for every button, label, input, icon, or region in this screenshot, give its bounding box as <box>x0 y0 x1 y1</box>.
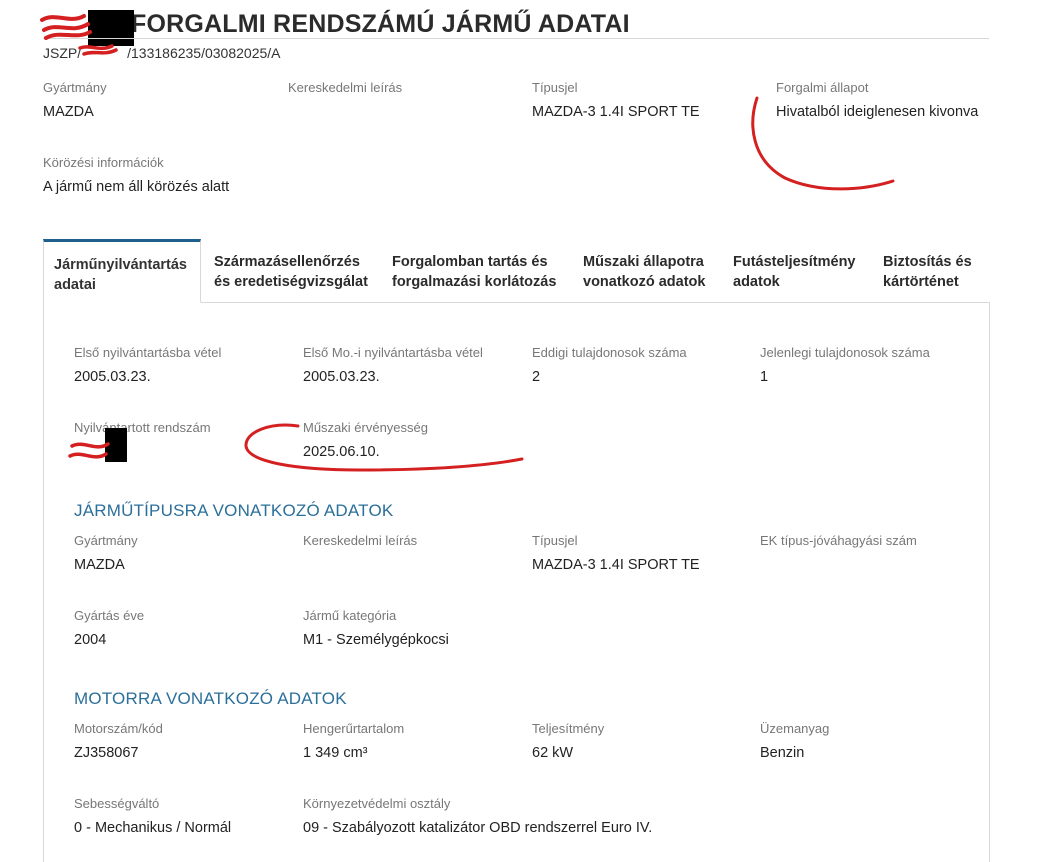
field-value: 2004 <box>74 632 107 648</box>
engine-power: Teljesítmény 62 kW <box>532 721 604 761</box>
reference-code: JSZP//133186235/03082025/A <box>43 45 281 61</box>
field-value: Benzin <box>760 745 805 761</box>
tab-technical-condition[interactable]: Műszaki állapotra vonatkozó adatok <box>573 239 721 301</box>
current-owners-count: Jelenlegi tulajdonosok száma 1 <box>760 345 930 385</box>
section-title-vehicle-type: JÁRMŰTÍPUSRA VONATKOZÓ ADATOK <box>74 501 394 520</box>
field-label: Típusjel <box>532 80 578 95</box>
field-label: Gyártmány <box>74 533 138 548</box>
engine-gearbox: Sebességváltó 0 - Mechanikus / Normál <box>74 796 231 836</box>
engine-number: Motorszám/kód ZJ358067 <box>74 721 163 761</box>
field-value: 2005.03.23. <box>303 369 380 385</box>
summary-make: Gyártmány MAZDA <box>43 80 107 120</box>
field-value: MAZDA <box>43 104 94 120</box>
field-label: Kereskedelmi leírás <box>288 80 403 95</box>
field-value: 0 - Mechanikus / Normál <box>74 820 232 836</box>
field-value: MAZDA <box>74 557 125 573</box>
vt-make: Gyártmány MAZDA <box>74 533 138 573</box>
field-label: Nyilvántartott rendszám <box>74 420 211 435</box>
summary-commercial-desc: Kereskedelmi leírás <box>288 80 402 104</box>
field-label: Üzemanyag <box>760 721 830 736</box>
vt-type: Típusjel MAZDA-3 1.4I SPORT TE <box>532 533 700 573</box>
vt-ec-approval: EK típus-jóváhagyási szám <box>760 533 917 557</box>
field-label: Eddigi tulajdonosok száma <box>532 345 687 360</box>
field-label: Gyártmány <box>43 80 107 95</box>
field-label: Forgalmi állapot <box>776 80 869 95</box>
engine-emission-class: Környezetvédelmi osztály 09 - Szabályozo… <box>303 796 652 836</box>
field-label: Jármű kategória <box>303 608 397 623</box>
field-label: Műszaki érvényesség <box>303 420 428 435</box>
field-label: Gyártás éve <box>74 608 145 623</box>
field-label: Kereskedelmi leírás <box>303 533 418 548</box>
title-divider <box>43 38 989 39</box>
field-label: Típusjel <box>532 533 578 548</box>
tab-bar: Járműnyilvántartás adatai Származásellen… <box>43 239 989 303</box>
tab-panel <box>43 302 990 862</box>
first-hu-registration: Első Mo.-i nyilvántartásba vétel 2005.03… <box>303 345 483 385</box>
field-value: A jármű nem áll körözés alatt <box>43 179 230 195</box>
tab-origin-check[interactable]: Származásellenőrzés és eredetiségvizsgál… <box>204 239 379 301</box>
summary-type: Típusjel MAZDA-3 1.4I SPORT TE <box>532 80 700 120</box>
technical-validity: Műszaki érvényesség 2025.06.10. <box>303 420 428 460</box>
redaction-box <box>105 428 127 462</box>
field-label: Motorszám/kód <box>74 721 163 736</box>
field-label: Jelenlegi tulajdonosok száma <box>760 345 930 360</box>
field-label: Teljesítmény <box>532 721 605 736</box>
field-value: 1 349 cm³ <box>303 745 368 761</box>
field-label: Körözési információk <box>43 155 164 170</box>
tab-insurance[interactable]: Biztosítás és kártörténet <box>873 239 989 301</box>
tab-registry[interactable]: Járműnyilvántartás adatai <box>43 239 201 303</box>
field-label: Hengerűrtartalom <box>303 721 405 736</box>
summary-traffic-status: Forgalmi állapot Hivatalból ideiglenesen… <box>776 80 978 120</box>
section-title-engine: MOTORRA VONATKOZÓ ADATOK <box>74 689 347 708</box>
first-registration: Első nyilvántartásba vétel 2005.03.23. <box>74 345 221 385</box>
registered-plate: Nyilvántartott rendszám <box>74 420 211 444</box>
field-value: 09 - Szabályozott katalizátor OBD rendsz… <box>303 820 653 836</box>
field-value: 2 <box>532 369 541 385</box>
tab-mileage[interactable]: Futásteljesítmény adatok <box>723 239 871 301</box>
vt-commercial-desc: Kereskedelmi leírás <box>303 533 417 557</box>
summary-wanted-info: Körözési információk A jármű nem áll kör… <box>43 155 229 195</box>
field-value: 2025.06.10. <box>303 444 380 460</box>
field-value: ZJ358067 <box>74 745 139 761</box>
redaction-box <box>88 10 134 46</box>
field-value: Hivatalból ideiglenesen kivonva <box>776 104 979 120</box>
vt-year: Gyártás éve 2004 <box>74 608 144 648</box>
tab-circulation-restrictions[interactable]: Forgalomban tartás és forgalmazási korlá… <box>382 239 572 301</box>
field-value: MAZDA-3 1.4I SPORT TE <box>532 557 700 573</box>
field-label: Sebességváltó <box>74 796 160 811</box>
engine-fuel: Üzemanyag Benzin <box>760 721 829 761</box>
engine-displacement: Hengerűrtartalom 1 349 cm³ <box>303 721 404 761</box>
field-value: 62 kW <box>532 745 574 761</box>
field-label: Első Mo.-i nyilvántartásba vétel <box>303 345 483 360</box>
vt-category: Jármű kategória M1 - Személygépkocsi <box>303 608 449 648</box>
field-value: 2005.03.23. <box>74 369 151 385</box>
previous-owners-count: Eddigi tulajdonosok száma 2 <box>532 345 687 385</box>
field-value: 1 <box>760 369 769 385</box>
field-label: Első nyilvántartásba vétel <box>74 345 222 360</box>
field-label: EK típus-jóváhagyási szám <box>760 533 917 548</box>
field-value: M1 - Személygépkocsi <box>303 632 449 648</box>
field-value: MAZDA-3 1.4I SPORT TE <box>532 104 700 120</box>
field-label: Környezetvédelmi osztály <box>303 796 451 811</box>
